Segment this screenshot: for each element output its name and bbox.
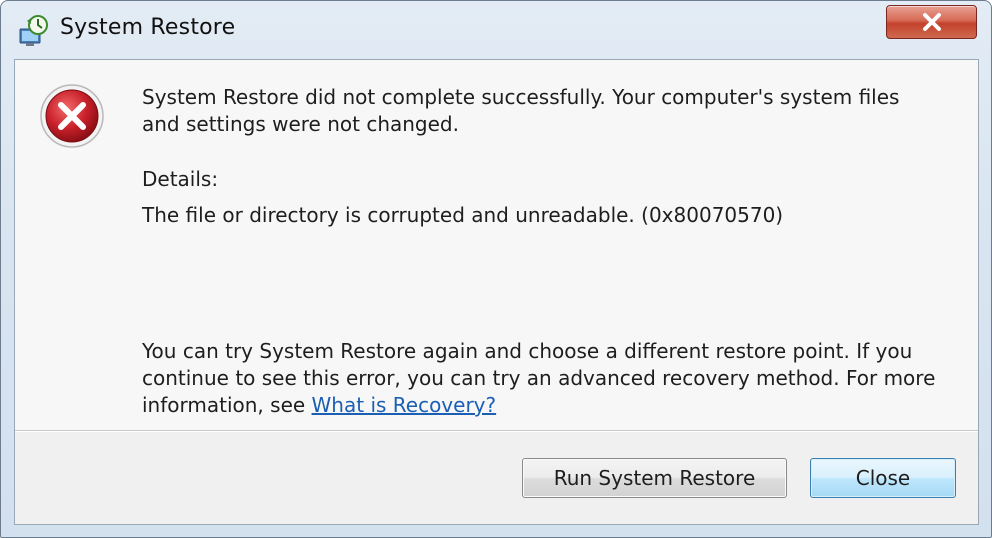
dialog-window: System Restore System Restore did not co… <box>0 0 992 538</box>
title-bar[interactable]: System Restore <box>1 1 991 59</box>
close-icon <box>923 13 941 31</box>
details-text: The file or directory is corrupted and u… <box>142 203 784 227</box>
window-close-button[interactable] <box>886 5 977 39</box>
error-message: System Restore did not complete successf… <box>142 85 900 136</box>
window-title: System Restore <box>60 15 236 40</box>
dialog-body: System Restore did not complete successf… <box>14 59 979 525</box>
what-is-recovery-link[interactable]: What is Recovery? <box>312 393 497 417</box>
recovery-hint-text: You can try System Restore again and cho… <box>142 339 936 417</box>
divider <box>15 430 978 432</box>
error-icon <box>39 83 105 149</box>
close-button[interactable]: Close <box>810 458 956 498</box>
details-label: Details: <box>142 167 219 191</box>
run-system-restore-button[interactable]: Run System Restore <box>522 458 787 498</box>
message-area: System Restore did not complete successf… <box>15 60 978 430</box>
recovery-hint: You can try System Restore again and cho… <box>142 338 942 419</box>
system-restore-icon <box>17 15 49 47</box>
